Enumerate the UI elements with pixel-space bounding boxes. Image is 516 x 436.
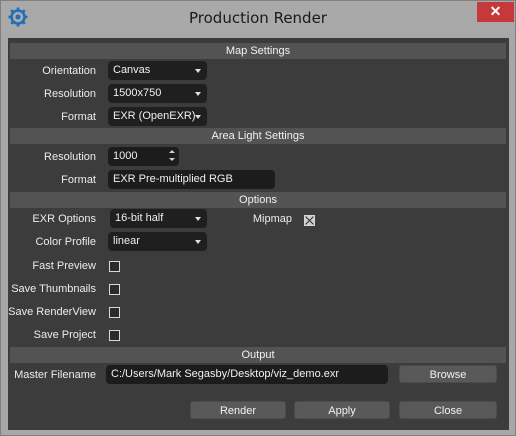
section-header-options: Options [10,192,506,208]
section-header-map-settings: Map Settings [10,43,506,59]
area-resolution-spinbox[interactable]: 1000 [108,147,179,166]
orientation-label: Orientation [42,65,96,77]
section-header-output: Output [10,347,506,363]
format-value: EXR (OpenEXR) [113,110,196,122]
resolution-dropdown[interactable]: 1500x750 [108,84,207,103]
area-format-label: Format [61,174,96,186]
format-dropdown[interactable]: EXR (OpenEXR) [108,107,207,126]
fast-preview-label: Fast Preview [32,260,96,272]
fast-preview-checkbox[interactable] [109,261,120,272]
color-profile-dropdown[interactable]: linear [108,232,207,251]
area-resolution-value: 1000 [113,150,138,162]
chevron-down-icon [195,92,201,96]
exr-options-dropdown[interactable]: 16-bit half [110,209,207,228]
close-window-button[interactable]: ✕ [477,2,514,22]
save-renderview-checkbox[interactable] [109,307,120,318]
production-render-window: Production Render ✕ Map Settings Orienta… [0,0,516,436]
close-icon: ✕ [489,3,502,19]
master-filename-value: C:/Users/Mark Segasby/Desktop/viz_demo.e… [111,368,340,380]
chevron-down-icon [195,217,201,221]
chevron-down-icon [195,115,201,119]
spinner-arrows-icon[interactable] [169,149,175,164]
exr-options-value: 16-bit half [115,212,164,224]
mipmap-checkbox[interactable] [304,215,315,226]
format-label: Format [61,111,96,123]
area-format-field[interactable]: EXR Pre-multiplied RGB [108,170,275,189]
save-renderview-label: Save RenderView [8,306,96,318]
close-button[interactable]: Close [399,401,497,419]
color-profile-value: linear [113,235,140,247]
mipmap-label: Mipmap [252,213,292,225]
orientation-dropdown[interactable]: Canvas [108,61,207,80]
save-thumbnails-checkbox[interactable] [109,284,120,295]
master-filename-label: Master Filename [14,369,96,381]
area-format-value: EXR Pre-multiplied RGB [113,173,233,185]
save-thumbnails-label: Save Thumbnails [11,283,96,295]
chevron-down-icon [195,240,201,244]
orientation-value: Canvas [113,64,151,76]
browse-button[interactable]: Browse [399,365,497,383]
section-header-area-light-settings: Area Light Settings [10,128,506,144]
resolution-label: Resolution [44,88,96,100]
title-bar[interactable]: Production Render ✕ [1,1,515,33]
resolution-value: 1500x750 [113,87,162,99]
save-project-checkbox[interactable] [109,330,120,341]
window-title: Production Render [189,9,327,27]
apply-button[interactable]: Apply [294,401,390,419]
chevron-down-icon [195,69,201,73]
dialog-body: Map Settings Orientation Canvas Resoluti… [8,38,509,430]
render-button[interactable]: Render [190,401,286,419]
color-profile-label: Color Profile [35,236,96,248]
master-filename-input[interactable]: C:/Users/Mark Segasby/Desktop/viz_demo.e… [106,365,388,384]
area-resolution-label: Resolution [44,151,96,163]
save-project-label: Save Project [33,329,96,341]
exr-options-label: EXR Options [32,213,96,225]
